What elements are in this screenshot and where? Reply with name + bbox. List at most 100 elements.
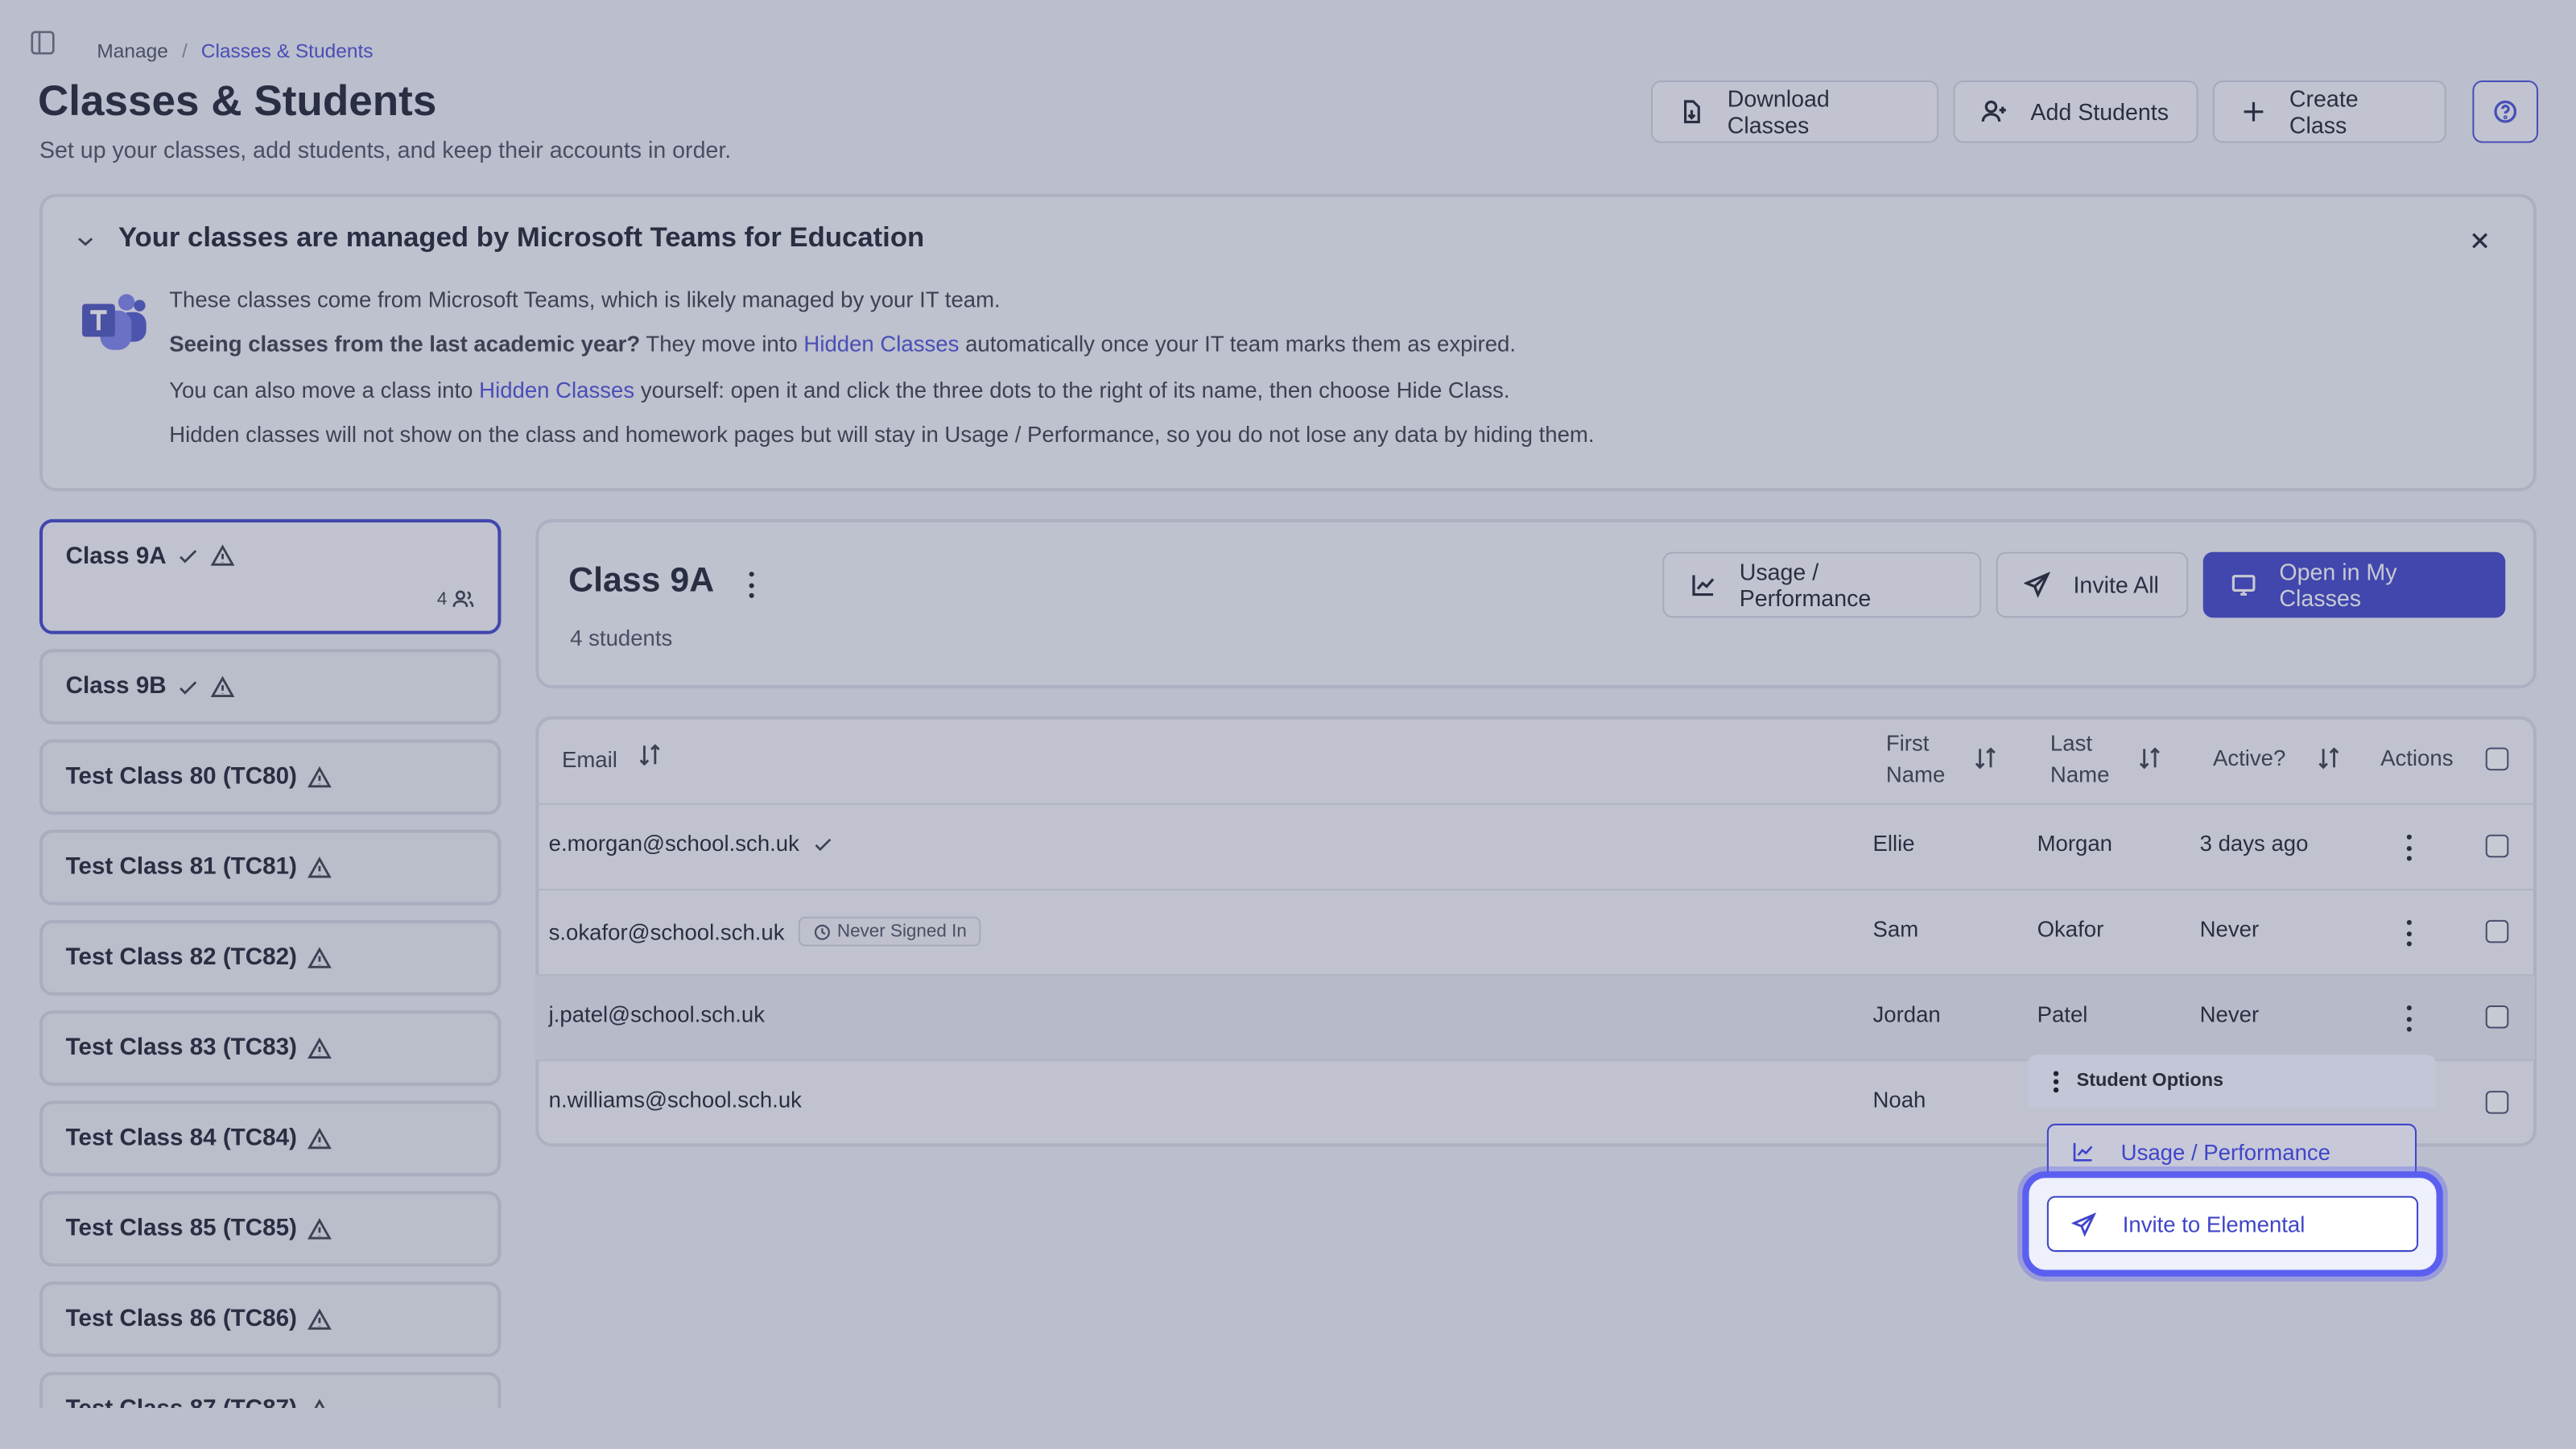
row-email: n.williams@school.sch.uk [548,1088,802,1113]
row-first-name: Noah [1872,1088,1926,1113]
class-item-tc86[interactable]: Test Class 86 (TC86) [39,1281,502,1357]
class-item-tc80[interactable]: Test Class 80 (TC80) [39,739,502,815]
file-download-icon [1683,100,1700,124]
warning-icon [307,1307,332,1329]
usage-performance-button[interactable]: Usage / Performance [1662,551,1982,618]
class-item-tc82[interactable]: Test Class 82 (TC82) [39,919,502,996]
class-item-label: Class 9A [65,543,167,571]
select-all-checkbox[interactable] [2485,747,2509,771]
class-item-label: Test Class 82 (TC82) [65,944,297,972]
breadcrumb-parent[interactable]: Manage [97,39,168,63]
banner-line-3: You can also move a class into Hidden Cl… [169,378,1509,402]
class-detail-title: Class 9A [568,561,715,600]
open-in-my-classes-label: Open in My Classes [2279,558,2397,612]
row-checkbox[interactable] [2485,1005,2509,1029]
hidden-classes-link[interactable]: Hidden Classes [803,332,959,357]
help-icon [2494,100,2517,123]
check-icon [180,680,197,694]
sort-icon[interactable] [637,742,662,775]
row-checkbox[interactable] [2485,919,2509,943]
class-item-tc87[interactable]: Test Class 87 (TC87) [39,1372,502,1408]
class-item-tc81[interactable]: Test Class 81 (TC81) [39,829,502,906]
microsoft-teams-logo [79,289,148,355]
sort-icon[interactable] [2137,746,2162,779]
users-icon [452,590,474,607]
invite-all-button[interactable]: Invite All [1996,551,2189,618]
banner-line-2-b: automatically once your IT team marks th… [965,332,1517,357]
student-count: 4 [437,588,475,612]
open-in-my-classes-button[interactable]: Open in My Classes [2202,551,2506,618]
usage-performance-label: Usage / Performance [1739,558,1872,612]
row-last-name: Morgan [2037,831,2113,857]
invite-highlight-ring: Invite to Elemental [2022,1171,2443,1277]
header-last-name[interactable]: Last Name [2050,728,2116,791]
chevron-down-icon[interactable] [74,230,97,254]
invite-to-elemental-button[interactable]: Invite to Elemental [2046,1195,2419,1253]
class-item-tc84[interactable]: Test Class 84 (TC84) [39,1100,502,1177]
class-item-tc85[interactable]: Test Class 85 (TC85) [39,1191,502,1267]
row-first-name: Sam [1872,916,1919,942]
sidebar-toggle-icon[interactable] [30,30,56,64]
row-actions-kebab-icon[interactable] [2406,834,2413,861]
breadcrumb-current[interactable]: Classes & Students [201,39,374,63]
class-item-label: Test Class 86 (TC86) [65,1306,297,1333]
header-active[interactable]: Active? [2213,742,2285,774]
hidden-classes-link-2[interactable]: Hidden Classes [479,378,634,402]
banner-line-1: These classes come from Microsoft Teams,… [169,287,1001,312]
row-email: j.patel@school.sch.uk [548,1001,766,1027]
student-options-header: Student Options [2027,1055,2437,1108]
check-icon [814,837,831,851]
row-first-name: Jordan [1872,1001,1941,1027]
header-email[interactable]: Email [562,742,662,775]
class-detail-count: 4 students [570,625,673,651]
add-students-button[interactable]: Add Students [1953,80,2198,143]
plus-icon [2244,101,2264,122]
header-first-name-label: First Name [1885,731,1946,787]
class-item-tc83[interactable]: Test Class 83 (TC83) [39,1010,502,1086]
warning-icon [307,1126,332,1149]
warning-icon [211,675,235,697]
class-item-label: Test Class 80 (TC80) [65,763,297,791]
row-email-value: s.okafor@school.sch.uk [548,919,785,944]
warning-icon [211,544,235,566]
class-item-9a[interactable]: Class 9A 4 [39,518,502,634]
student-usage-performance-label: Usage / Performance [2120,1139,2331,1164]
row-email: e.morgan@school.sch.uk [548,831,834,857]
sort-icon[interactable] [1973,746,1998,779]
class-options-kebab-icon[interactable] [749,572,756,598]
class-item-label: Test Class 81 (TC81) [65,854,297,881]
chart-line-icon [2073,1142,2093,1162]
never-signed-in-badge: Never Signed In [797,916,982,947]
check-icon [180,550,197,564]
invite-to-elemental-label: Invite to Elemental [2122,1212,2306,1236]
download-classes-button[interactable]: Download Classes [1651,80,1939,143]
class-item-9b[interactable]: Class 9B [39,649,502,724]
help-button[interactable] [2472,80,2539,143]
create-class-button[interactable]: Create Class [2212,80,2446,143]
class-list-clip: Test Class 87 (TC87) [39,1372,502,1408]
header-last-name-label: Last Name [2050,731,2110,787]
class-item-label: Test Class 84 (TC84) [65,1125,297,1152]
row-actions-kebab-icon[interactable] [2406,919,2413,947]
row-checkbox[interactable] [2485,834,2509,858]
never-signed-in-label: Never Signed In [836,921,967,942]
sort-icon[interactable] [2317,746,2342,779]
row-email: s.okafor@school.sch.uk Never Signed In [548,916,982,947]
row-checkbox[interactable] [2485,1091,2509,1114]
class-item-label: Test Class 83 (TC83) [65,1034,297,1062]
app-root: Manage / Classes & Students Classes & St… [0,0,2576,1449]
warning-icon [307,765,332,787]
row-actions-kebab-icon[interactable] [2406,1005,2413,1032]
student-count-value: 4 [436,589,448,610]
warning-icon [307,856,332,877]
monitor-icon [2231,575,2256,596]
class-item-label: Test Class 87 (TC87) [66,1397,297,1408]
row-email-value: e.morgan@school.sch.uk [548,831,799,857]
row-last-name: Patel [2037,1001,2088,1027]
add-students-label: Add Students [2030,98,2169,126]
teams-banner: Your classes are managed by Microsoft Te… [39,193,2537,492]
user-plus-icon [1981,100,2006,122]
warning-icon [313,1397,325,1408]
header-first-name[interactable]: First Name [1886,728,1952,791]
close-icon[interactable] [2469,230,2491,252]
